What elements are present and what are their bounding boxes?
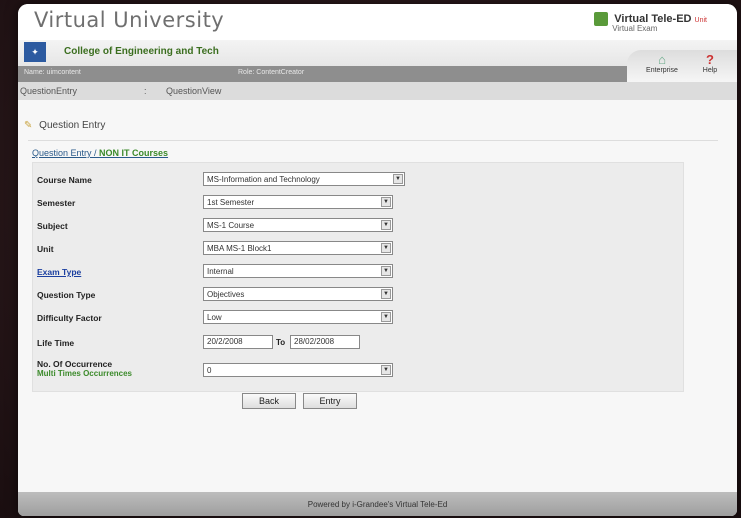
divider bbox=[28, 140, 718, 141]
chevron-down-icon: ▼ bbox=[381, 197, 391, 207]
chevron-down-icon: ▼ bbox=[381, 365, 391, 375]
semester-label: Semester bbox=[37, 198, 76, 208]
entry-button[interactable]: Entry bbox=[303, 393, 357, 409]
status-role: Role: ContentCreator bbox=[238, 69, 305, 76]
exam-type-link[interactable]: Exam Type bbox=[37, 267, 81, 277]
help-icon: ? bbox=[706, 52, 714, 67]
difficulty-select[interactable]: Low ▼ bbox=[203, 310, 393, 324]
menu-question-view[interactable]: QuestionView bbox=[166, 86, 221, 96]
subject-value: MS-1 Course bbox=[207, 221, 255, 230]
course-name-label: Course Name bbox=[37, 175, 92, 185]
life-time-label: Life Time bbox=[37, 338, 75, 348]
footer: Powered by i-Grandee's Virtual Tele-Ed bbox=[18, 492, 737, 516]
menu-question-entry[interactable]: QuestionEntry bbox=[20, 86, 77, 96]
question-entry-form: Course Name MS-Information and Technolog… bbox=[32, 162, 684, 392]
semester-select[interactable]: 1st Semester ▼ bbox=[203, 195, 393, 209]
chevron-down-icon: ▼ bbox=[393, 174, 403, 184]
page-title-text: Question Entry bbox=[39, 120, 106, 131]
home-icon: ⌂ bbox=[658, 52, 666, 67]
footer-text: Powered by i-Grandee's Virtual Tele-Ed bbox=[307, 500, 448, 509]
vt-sub: Virtual Exam bbox=[612, 24, 658, 33]
semester-value: 1st Semester bbox=[207, 198, 255, 207]
occurrence-select[interactable]: 0 ▼ bbox=[203, 363, 393, 377]
header: Virtual University Virtual Tele-ED Unit … bbox=[18, 4, 737, 40]
virtual-tele-ed-logo: Virtual Tele-ED Unit Virtual Exam bbox=[594, 12, 707, 33]
difficulty-value: Low bbox=[207, 313, 222, 322]
desktop-background: Virtual University Virtual Tele-ED Unit … bbox=[0, 0, 741, 518]
vt-tag: Unit bbox=[694, 16, 707, 24]
unit-select[interactable]: MBA MS-1 Block1 ▼ bbox=[203, 241, 393, 255]
question-type-select[interactable]: Objectives ▼ bbox=[203, 287, 393, 301]
breadcrumb-current[interactable]: NON IT Courses bbox=[99, 148, 168, 158]
app-window: Virtual University Virtual Tele-ED Unit … bbox=[18, 4, 737, 516]
life-time-to-label: To bbox=[276, 338, 286, 347]
unit-label: Unit bbox=[37, 244, 54, 254]
brand-title: Virtual University bbox=[34, 8, 225, 32]
unit-value: MBA MS-1 Block1 bbox=[207, 244, 272, 253]
course-name-select[interactable]: MS-Information and Technology ▼ bbox=[203, 172, 405, 186]
status-name: Name: uimcontent bbox=[24, 69, 81, 76]
main-content: ✎ Question Entry Question Entry / NON IT… bbox=[18, 100, 737, 492]
chevron-down-icon: ▼ bbox=[381, 243, 391, 253]
help-label: Help bbox=[702, 67, 718, 74]
chevron-down-icon: ▼ bbox=[381, 312, 391, 322]
menu-separator: : bbox=[144, 86, 147, 96]
home-button[interactable]: ⌂ Enterprise bbox=[639, 52, 685, 74]
life-time-to-input[interactable]: 28/02/2008 bbox=[290, 335, 360, 349]
pencil-icon: ✎ bbox=[24, 120, 33, 131]
course-name-value: MS-Information and Technology bbox=[207, 175, 320, 184]
occurrence-sublabel: Multi Times Occurrences bbox=[37, 369, 132, 378]
difficulty-label: Difficulty Factor bbox=[37, 313, 102, 323]
college-logo-icon: ✦ bbox=[24, 42, 46, 62]
back-button[interactable]: Back bbox=[242, 393, 296, 409]
breadcrumb[interactable]: Question Entry / NON IT Courses bbox=[32, 148, 168, 158]
page-title: ✎ Question Entry bbox=[24, 120, 105, 131]
subject-select[interactable]: MS-1 Course ▼ bbox=[203, 218, 393, 232]
help-button[interactable]: ? Help bbox=[687, 52, 733, 74]
menu-bar: QuestionEntry : QuestionView bbox=[18, 82, 737, 101]
question-type-value: Objectives bbox=[207, 290, 245, 299]
breadcrumb-root[interactable]: Question Entry / bbox=[32, 148, 99, 158]
chevron-down-icon: ▼ bbox=[381, 220, 391, 230]
vt-logo-icon bbox=[594, 12, 609, 26]
exam-type-select[interactable]: Internal ▼ bbox=[203, 264, 393, 278]
life-time-from-input[interactable]: 20/2/2008 bbox=[203, 335, 273, 349]
chevron-down-icon: ▼ bbox=[381, 289, 391, 299]
subject-label: Subject bbox=[37, 221, 68, 231]
chevron-down-icon: ▼ bbox=[381, 266, 391, 276]
occurrence-value: 0 bbox=[207, 366, 212, 375]
question-type-label: Question Type bbox=[37, 290, 96, 300]
exam-type-value: Internal bbox=[207, 267, 234, 276]
home-label: Enterprise bbox=[646, 67, 678, 74]
college-name: College of Engineering and Tech bbox=[64, 46, 219, 57]
header-icons: ⌂ Enterprise ? Help bbox=[627, 50, 737, 84]
occurrence-label: No. Of Occurrence bbox=[37, 359, 113, 369]
